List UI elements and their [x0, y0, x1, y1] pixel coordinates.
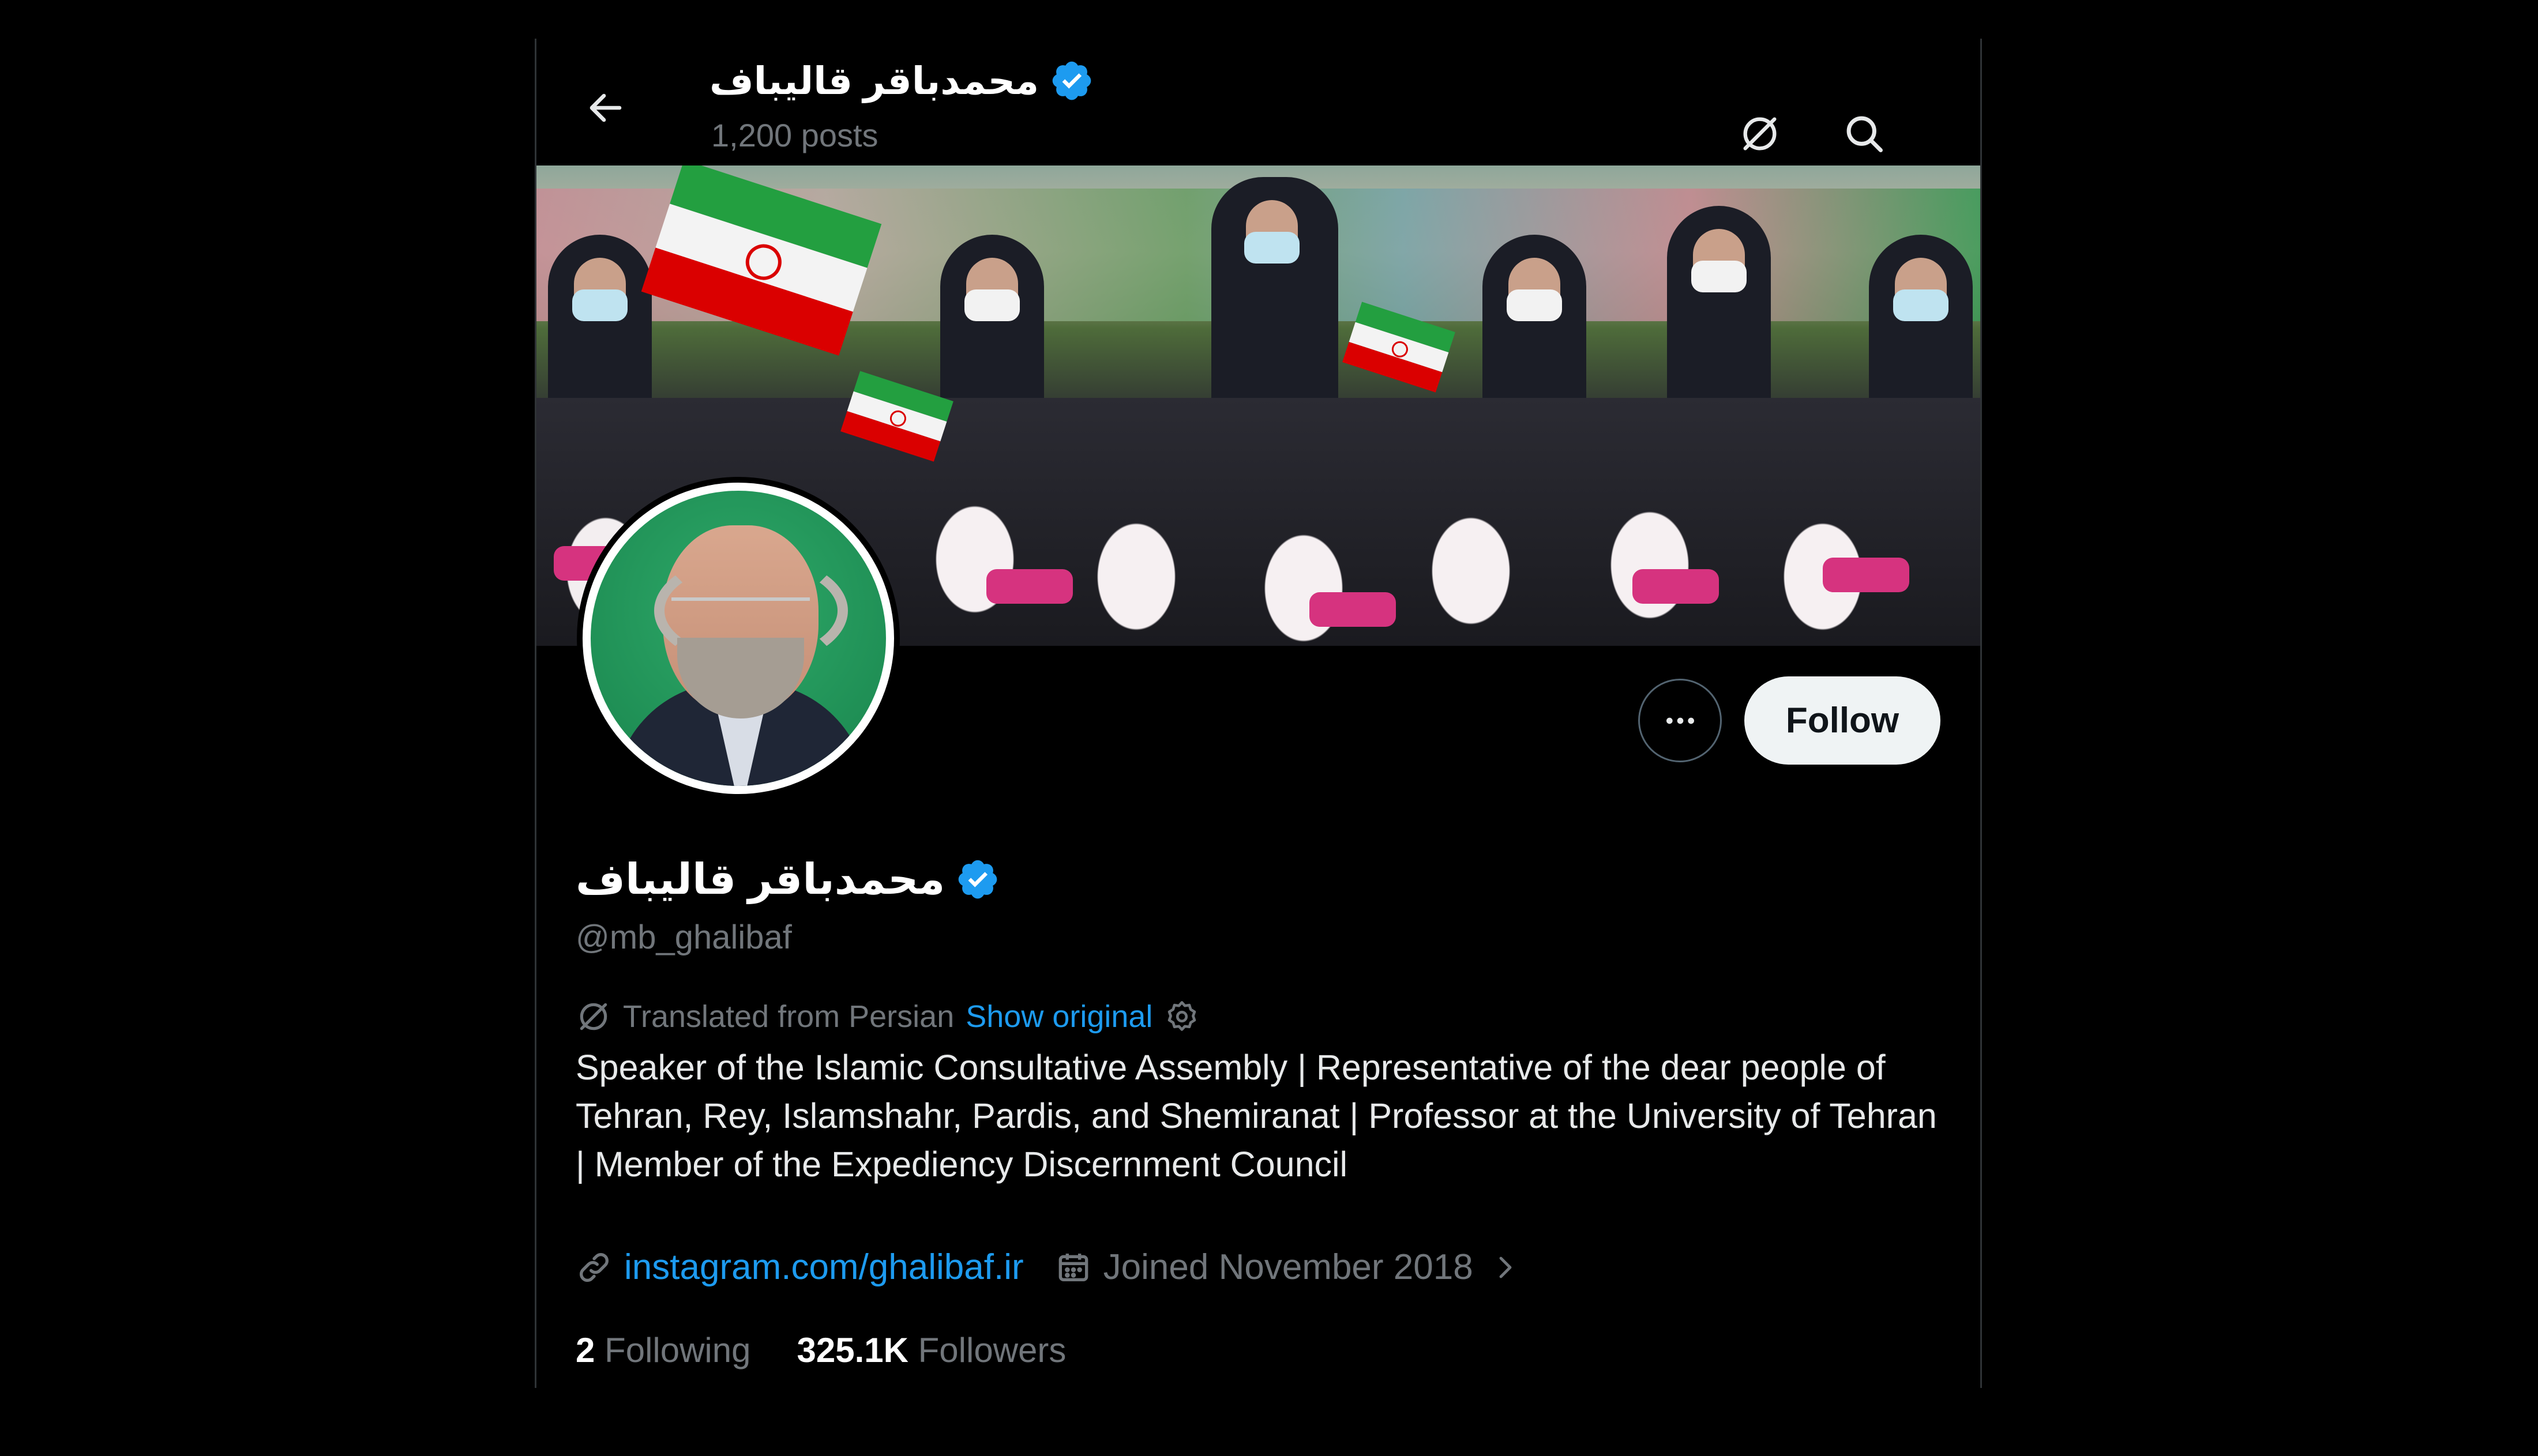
search-button[interactable]: [1833, 102, 1896, 165]
banner-sash: [986, 569, 1073, 604]
arrow-left-icon: [590, 93, 622, 122]
profile-header: محمدباقر قالیباف 1,200 posts: [536, 39, 1980, 165]
profile-bio: Speaker of the Islamic Consultative Asse…: [576, 1048, 1937, 1184]
followers-label: Followers: [918, 1331, 1067, 1370]
translation-label: Translated from Persian: [623, 999, 955, 1034]
header-display-name: محمدباقر قالیباف: [709, 59, 1039, 102]
header-title: محمدباقر قالیباف: [709, 55, 1094, 107]
more-options-button[interactable]: [1638, 679, 1722, 762]
back-button[interactable]: [571, 73, 640, 142]
website-item: instagram.com/ghalibaf.ir: [576, 1247, 1024, 1288]
following-count: 2: [576, 1331, 595, 1370]
translation-notice: Translated from Persian Show original: [576, 999, 1200, 1034]
gear-icon[interactable]: [1164, 999, 1200, 1034]
profile-name-row: محمدباقر قالیباف: [576, 855, 1000, 904]
followers-count: 325.1K: [797, 1331, 908, 1370]
profile-column: محمدباقر قالیباف 1,200 posts Follow محمد…: [535, 39, 1982, 1388]
avatar-photo: [591, 491, 886, 786]
website-link[interactable]: instagram.com/ghalibaf.ir: [624, 1247, 1024, 1288]
profile-meta: instagram.com/ghalibaf.ir Joined Novembe…: [576, 1247, 1549, 1288]
following-label: Following: [605, 1331, 751, 1370]
profile-display-name: محمدباقر قالیباف: [576, 855, 945, 903]
more-dots-icon: [1666, 717, 1694, 724]
translate-icon: [580, 1003, 607, 1030]
banner-sash: [1823, 558, 1909, 592]
joined-date: Joined November 2018: [1103, 1247, 1473, 1287]
avatar-ring: [583, 483, 894, 794]
banner-sash: [1309, 592, 1396, 627]
search-icon: [1846, 116, 1883, 152]
profile-avatar[interactable]: [577, 477, 900, 800]
posts-count: 1,200 posts: [711, 117, 878, 153]
following-link[interactable]: 2 Following: [576, 1330, 751, 1370]
chevron-right-icon: [1499, 1256, 1512, 1278]
follow-button[interactable]: Follow: [1744, 676, 1940, 765]
followers-link[interactable]: 325.1K Followers: [797, 1330, 1067, 1370]
verified-badge-icon: [1049, 58, 1094, 103]
show-original-link[interactable]: Show original: [966, 999, 1152, 1034]
follow-stats: 2 Following 325.1K Followers: [576, 1330, 1112, 1370]
link-icon: [580, 1252, 609, 1282]
translate-icon: [1743, 117, 1777, 151]
profile-handle: @mb_ghalibaf: [576, 919, 792, 956]
banner-sash: [1632, 569, 1719, 604]
joined-item[interactable]: Joined November 2018: [1055, 1247, 1518, 1288]
translate-button[interactable]: [1728, 102, 1792, 165]
calendar-icon: [1058, 1253, 1088, 1281]
verified-badge-icon[interactable]: [955, 857, 1000, 902]
